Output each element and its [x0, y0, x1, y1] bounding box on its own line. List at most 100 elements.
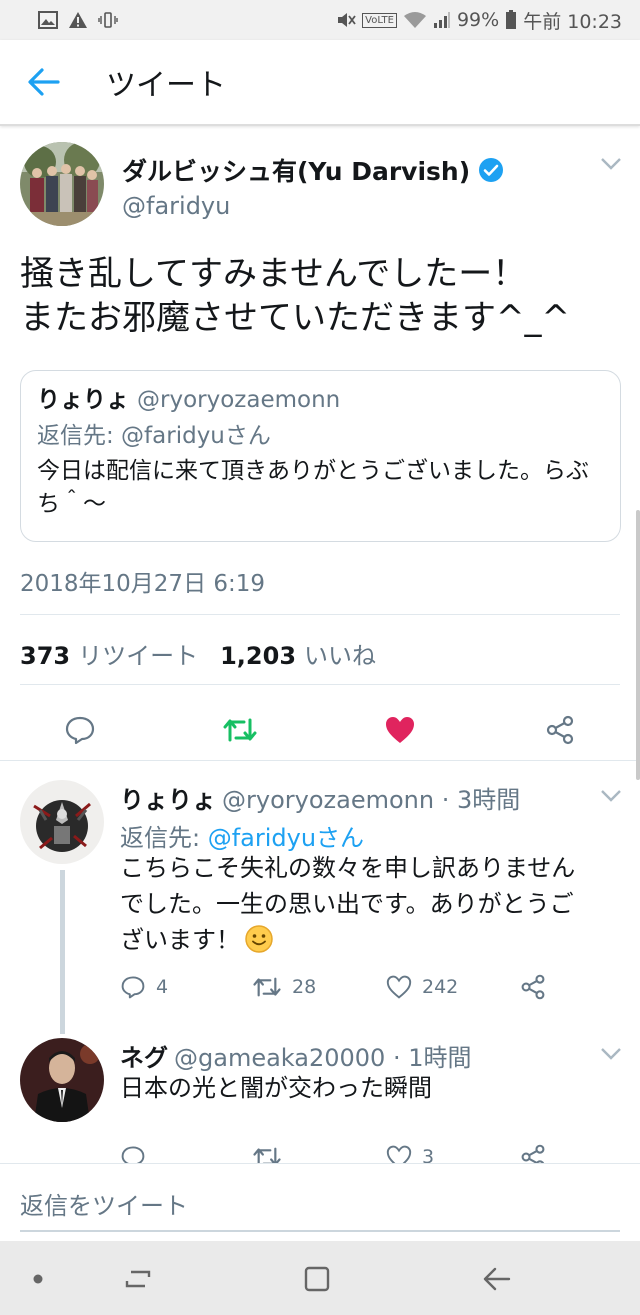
tweet-text-line: 掻き乱してすみませんでしたー！: [20, 254, 527, 294]
back-arrow-icon: [483, 1267, 511, 1291]
author-name[interactable]: ダルビッシュ有(Yu Darvish): [122, 152, 504, 188]
compose-underline: [20, 1230, 620, 1232]
reply-retweet-button[interactable]: 28: [252, 970, 316, 1004]
volte-badge: VoLTE: [362, 12, 397, 28]
reply-handle-time[interactable]: @ryoryozaemonn · 3時間: [222, 786, 520, 814]
heart-icon: [386, 975, 412, 999]
dot-icon: [33, 1274, 43, 1284]
tweet-text-line: またお邪魔させていただきます^_^: [20, 298, 570, 338]
back-nav-button[interactable]: [477, 1259, 517, 1299]
status-right-icons: VoLTE 99% 午前 10:23: [336, 7, 622, 34]
battery-percent: 99%: [456, 9, 500, 31]
app-bar: ツイート: [0, 40, 640, 126]
home-square-icon: [304, 1266, 330, 1292]
reply-icon: [65, 716, 95, 745]
verified-badge-icon: [479, 158, 504, 182]
reply-text: 日本の光と闇が交わった瞬間: [120, 1070, 630, 1106]
reply-action-bar: 3: [120, 1140, 570, 1163]
reply-avatar[interactable]: [20, 1038, 104, 1122]
reply-icon: [121, 976, 145, 999]
retweet-icon: [253, 1147, 281, 1163]
home-button[interactable]: [297, 1259, 337, 1299]
page-title: ツイート: [106, 68, 226, 103]
share-icon: [521, 974, 545, 1000]
nav-dot-button[interactable]: [18, 1259, 58, 1299]
scrollbar[interactable]: [636, 510, 640, 780]
reply-count: 4: [156, 976, 169, 998]
author-avatar[interactable]: [20, 142, 104, 226]
mute-icon: [336, 11, 356, 29]
tweet-menu-button[interactable]: [600, 156, 622, 175]
reply-author-name[interactable]: りょりょ: [120, 786, 216, 814]
retweet-count[interactable]: 373: [20, 642, 70, 670]
reply-text: こちらこそ失礼の数々を申し訳ありません でした。一生の思い出です。ありがとうご …: [120, 850, 630, 958]
reply-to-link[interactable]: @faridyuさん: [208, 824, 364, 852]
battery-icon: [505, 10, 517, 30]
heart-icon: [386, 1145, 412, 1163]
reply-author-name[interactable]: ネグ: [120, 1044, 168, 1072]
system-nav-bar: [0, 1241, 640, 1315]
share-icon: [521, 1144, 545, 1163]
back-button[interactable]: [0, 39, 92, 125]
reply-icon: [121, 1146, 145, 1163]
like-count: 242: [422, 976, 459, 998]
arrow-left-icon: [28, 68, 60, 96]
reply-to-line: 返信先: @faridyuさん: [120, 818, 364, 853]
author-handle[interactable]: @faridyu: [122, 192, 230, 220]
reply-menu-button[interactable]: [600, 788, 622, 807]
reply-share-button[interactable]: [520, 970, 546, 1004]
quoted-author-handle: @ryoryozaemonn: [137, 387, 341, 413]
status-bar: VoLTE 99% 午前 10:23: [0, 0, 640, 40]
tweet-action-bar: [0, 698, 640, 760]
divider: [20, 614, 620, 615]
retweet-label[interactable]: リツイート: [78, 636, 198, 671]
reply-reply-button[interactable]: 4: [120, 970, 168, 1004]
reply-share-button[interactable]: [520, 1140, 546, 1163]
reply-compose-bar: 返信をツイート: [0, 1163, 640, 1241]
vibrate-icon: [98, 11, 118, 29]
recent-apps-button[interactable]: [118, 1259, 158, 1299]
retweet-count: 28: [292, 976, 317, 998]
reply-button[interactable]: [58, 708, 102, 752]
wifi-icon: [403, 11, 427, 29]
reply-text-segment: ざいます！: [120, 926, 240, 954]
thread-connector: [60, 870, 65, 1034]
reply-text-line: ざいます！: [120, 922, 630, 958]
reply-like-button[interactable]: 3: [386, 1140, 434, 1163]
heart-filled-icon: [386, 717, 414, 743]
tweet-timestamp: 2018年10月27日 6:19: [20, 571, 266, 597]
like-button[interactable]: [378, 708, 422, 752]
tweet-text: 掻き乱してすみませんでしたー！ またお邪魔させていただきます^_^: [20, 252, 630, 340]
like-count[interactable]: 1,203: [220, 642, 296, 670]
chevron-down-icon: [601, 1048, 621, 1060]
reply-action-bar: 4 28 242: [120, 970, 570, 1004]
image-icon: [38, 11, 58, 29]
divider: [20, 684, 620, 685]
reply-compose-input[interactable]: 返信をツイート: [20, 1186, 188, 1221]
reply-text-line: こちらこそ失礼の数々を申し訳ありません: [120, 854, 576, 882]
reply-header: ネグ @gameaka20000 · 1時間: [120, 1038, 471, 1073]
like-label[interactable]: いいね: [304, 636, 376, 671]
reply-like-button[interactable]: 242: [386, 970, 458, 1004]
share-icon: [546, 715, 574, 745]
retweet-button[interactable]: [218, 708, 262, 752]
retweet-icon: [253, 977, 281, 997]
reply-handle-time[interactable]: @gameaka20000 · 1時間: [174, 1044, 471, 1072]
tweet-stats: 373 リツイート 1,203 いいね: [20, 636, 390, 671]
reply-reply-button[interactable]: [120, 1140, 156, 1163]
share-button[interactable]: [538, 708, 582, 752]
quoted-tweet-card[interactable]: りょりょ @ryoryozaemonn 返信先: @faridyuさん 今日は配信…: [20, 370, 621, 542]
quoted-tweet-text: 今日は配信に来て頂きありがとうございました。らぶち＾～: [37, 458, 589, 517]
clock: 午前 10:23: [523, 10, 622, 33]
retweet-icon: [223, 718, 257, 742]
section-divider: [0, 760, 640, 761]
like-count: 3: [422, 1146, 435, 1163]
chevron-down-icon: [601, 158, 621, 170]
reply-tweet[interactable]: りょりょ @ryoryozaemonn · 3時間 返信先: @faridyuさん…: [0, 762, 640, 1034]
status-left-icons: [38, 11, 118, 29]
chevron-down-icon: [601, 790, 621, 802]
reply-avatar[interactable]: [20, 780, 104, 864]
reply-tweet[interactable]: ネグ @gameaka20000 · 1時間 日本の光と闇が交わった瞬間 3: [0, 1034, 640, 1163]
reply-retweet-button[interactable]: [252, 1140, 292, 1163]
reply-menu-button[interactable]: [600, 1046, 622, 1065]
